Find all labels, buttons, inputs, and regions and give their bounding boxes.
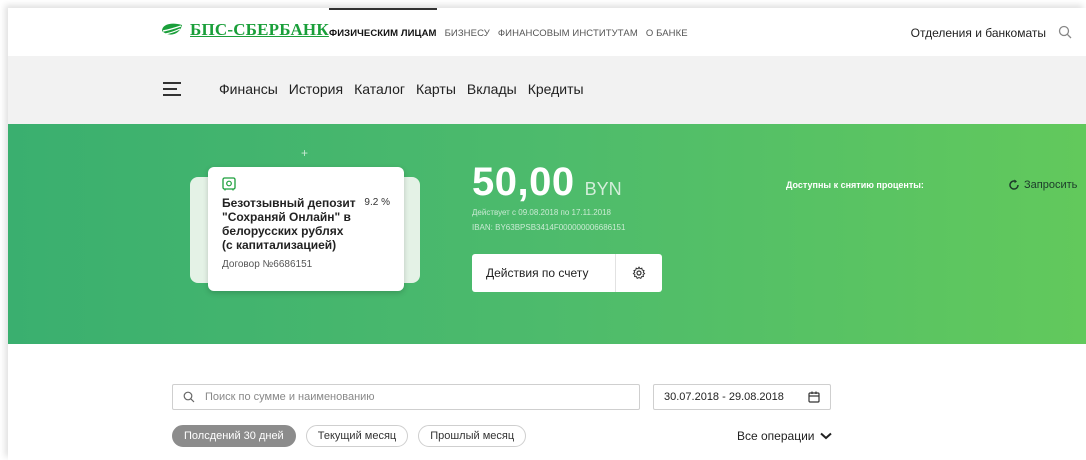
deposit-rate: 9.2 % (364, 197, 390, 208)
top-nav: ФИЗИЧЕСКИМ ЛИЦАМ БИЗНЕСУ ФИНАНСОВЫМ ИНСТ… (329, 8, 688, 39)
operations-filter-label: Все операции (737, 429, 815, 443)
operations-search (172, 384, 640, 410)
branches-link[interactable]: Отделения и банкоматы (911, 26, 1046, 40)
account-actions: Действия по счету (472, 254, 662, 292)
logo-text: БПС-СБЕРБАНК (190, 20, 329, 39)
deposit-title: Безотзывный депозит "Сохраняй Онлайн" в … (222, 196, 356, 252)
menu-item-history[interactable]: История (289, 81, 343, 97)
gear-icon (632, 266, 646, 279)
available-interest-label: Доступны к снятию проценты: (786, 180, 924, 190)
nav-financial-institutions[interactable]: ФИНАНСОВЫМ ИНСТИТУТАМ (498, 28, 638, 39)
request-label: Запросить (1024, 179, 1078, 191)
balance-currency: BYN (584, 179, 622, 199)
calendar-icon[interactable] (808, 391, 820, 403)
deposit-card[interactable]: Безотзывный депозит "Сохраняй Онлайн" в … (208, 167, 404, 291)
date-range-picker[interactable]: 30.07.2018 - 29.08.2018 (653, 384, 831, 410)
bank-logo[interactable]: БПС-СБЕРБАНК (160, 20, 329, 40)
chip-last-30-days[interactable]: Полсдений 30 дней (172, 425, 296, 447)
account-actions-button[interactable]: Действия по счету (472, 254, 616, 292)
app-frame: БПС-СБЕРБАНК ФИЗИЧЕСКИМ ЛИЦАМ БИЗНЕСУ ФИ… (8, 8, 1086, 460)
menu-bar: Финансы История Каталог Карты Вклады Кре… (8, 56, 1086, 124)
menu-item-catalog[interactable]: Каталог (354, 81, 405, 97)
refresh-icon (1009, 179, 1019, 190)
deposit-hero: + Безотзывный депозит "Сохраняй Онлайн" … (8, 124, 1086, 344)
search-input[interactable] (203, 390, 627, 404)
search-icon[interactable] (1058, 25, 1072, 39)
iban: IBAN: BY63BPSB3414F000000006686151 (472, 223, 626, 232)
chevron-down-icon (820, 432, 833, 440)
hamburger-icon[interactable] (163, 82, 181, 96)
nav-individuals[interactable]: ФИЗИЧЕСКИМ ЛИЦАМ (329, 8, 437, 39)
settings-button[interactable] (616, 254, 662, 292)
balance: 50,00 BYN (472, 160, 622, 205)
menu-item-credits[interactable]: Кредиты (528, 81, 584, 97)
date-range-value: 30.07.2018 - 29.08.2018 (664, 391, 784, 403)
deposit-contract: Договор №6686151 (222, 259, 313, 270)
safe-icon (222, 177, 236, 191)
validity-period: Действует с 09.08.2018 по 17.11.2018 (472, 208, 611, 217)
operations-filter-dropdown[interactable]: Все операции (737, 429, 833, 443)
request-button[interactable]: Запросить (1008, 179, 1077, 191)
add-plus-mark: + (301, 146, 309, 160)
balance-amount: 50,00 (472, 160, 575, 204)
main-menu: Финансы История Каталог Карты Вклады Кре… (219, 81, 584, 97)
menu-item-finances[interactable]: Финансы (219, 81, 278, 97)
chip-current-month[interactable]: Текущий месяц (305, 425, 409, 447)
menu-item-cards[interactable]: Карты (416, 81, 456, 97)
nav-business[interactable]: БИЗНЕСУ (445, 28, 490, 39)
top-bar: БПС-СБЕРБАНК ФИЗИЧЕСКИМ ЛИЦАМ БИЗНЕСУ ФИ… (8, 8, 1086, 56)
search-icon (183, 391, 195, 403)
nav-about-bank[interactable]: О БАНКЕ (646, 28, 688, 39)
period-chips: Полсдений 30 дней Текущий месяц Прошлый … (172, 425, 527, 447)
logo-icon (162, 23, 182, 35)
menu-item-deposits[interactable]: Вклады (467, 81, 517, 97)
chip-previous-month[interactable]: Прошлый месяц (418, 425, 527, 447)
